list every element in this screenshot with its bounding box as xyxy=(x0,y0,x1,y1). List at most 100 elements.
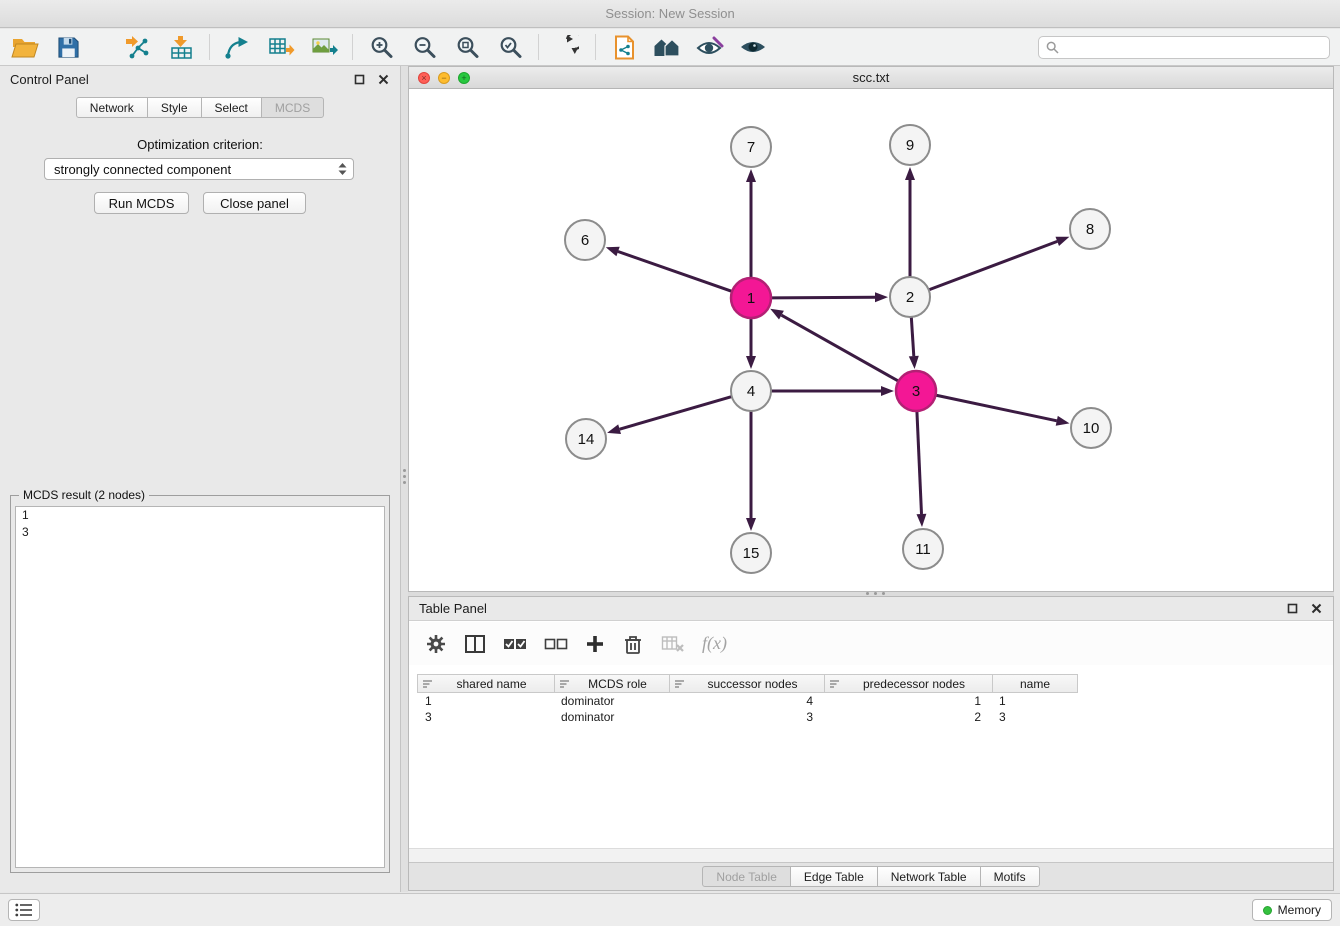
column-header-predecessor-nodes[interactable]: predecessor nodes xyxy=(825,674,993,693)
render-style-button[interactable] xyxy=(695,32,725,62)
graph-node-label: 4 xyxy=(747,383,755,400)
control-panel-tabs: Network Style Select MCDS xyxy=(0,97,400,118)
float-panel-button[interactable] xyxy=(1285,602,1299,616)
graph-node-label: 15 xyxy=(743,545,760,562)
network-graph[interactable]: 7 9 6 8 1 2 4 3 14 10 15 11 xyxy=(409,89,1335,592)
graph-edge-2-8[interactable] xyxy=(929,241,1058,290)
eye-icon xyxy=(739,37,767,57)
empty-boxes-icon xyxy=(544,635,568,653)
task-history-button[interactable] xyxy=(8,899,40,921)
graph-edge-1-6[interactable] xyxy=(618,252,732,292)
optimization-dropdown[interactable]: strongly connected component xyxy=(44,158,354,180)
close-panel-button[interactable] xyxy=(1309,602,1323,616)
delete-table-button[interactable] xyxy=(661,634,685,654)
function-builder-button[interactable]: f(x) xyxy=(702,633,727,654)
zoom-out-button[interactable] xyxy=(409,32,439,62)
open-session-document-button[interactable] xyxy=(609,32,639,62)
graph-node-2[interactable]: 2 xyxy=(890,277,930,317)
export-image-button[interactable] xyxy=(309,32,339,62)
table-cell: 1 xyxy=(417,694,555,708)
open-session-button[interactable] xyxy=(10,32,40,62)
refresh-icon xyxy=(555,35,579,59)
zoom-selected-button[interactable] xyxy=(495,32,525,62)
graph-edge-3-11[interactable] xyxy=(917,411,922,514)
tab-style[interactable]: Style xyxy=(147,97,202,118)
run-mcds-button[interactable]: Run MCDS xyxy=(94,192,189,214)
graph-edge-2-3[interactable] xyxy=(911,317,914,356)
search-box[interactable] xyxy=(1038,36,1330,59)
mcds-result-item[interactable]: 3 xyxy=(16,524,384,541)
graph-node-4[interactable]: 4 xyxy=(731,371,771,411)
format-columns-button[interactable] xyxy=(464,634,486,654)
graph-edge-4-14[interactable] xyxy=(620,397,732,430)
zoom-in-button[interactable] xyxy=(366,32,396,62)
mcds-result-list[interactable]: 13 xyxy=(15,506,385,868)
gear-icon xyxy=(425,633,447,655)
graph-node-11[interactable]: 11 xyxy=(903,529,943,569)
graph-node-14[interactable]: 14 xyxy=(566,419,606,459)
graph-node-7[interactable]: 7 xyxy=(731,127,771,167)
column-header-successor-nodes[interactable]: successor nodes xyxy=(670,674,825,693)
sort-icon xyxy=(674,679,685,689)
tab-node-table[interactable]: Node Table xyxy=(702,866,791,887)
minimize-window-button[interactable]: − xyxy=(438,72,450,84)
table-header-row: shared name MCDS role successor nodes pr… xyxy=(417,674,1078,693)
graph-node-1[interactable]: 1 xyxy=(731,278,771,318)
column-header-shared-name[interactable]: shared name xyxy=(417,674,555,693)
network-overview-button[interactable] xyxy=(652,32,682,62)
graph-node-label: 7 xyxy=(747,139,755,156)
graph-node-3[interactable]: 3 xyxy=(896,371,936,411)
close-panel-button[interactable] xyxy=(376,72,390,86)
search-input[interactable] xyxy=(1064,40,1322,54)
float-panel-button[interactable] xyxy=(352,72,366,86)
memory-status-icon xyxy=(1263,906,1272,915)
graph-node-10[interactable]: 10 xyxy=(1071,408,1111,448)
graph-edge-arrowhead xyxy=(1056,416,1070,426)
plus-icon xyxy=(585,634,605,654)
select-all-columns-button[interactable] xyxy=(503,635,527,653)
table-row[interactable]: 1dominator411 xyxy=(417,693,1332,709)
tab-motifs[interactable]: Motifs xyxy=(980,866,1040,887)
column-header-mcds-role[interactable]: MCDS role xyxy=(555,674,670,693)
graph-node-15[interactable]: 15 xyxy=(731,533,771,573)
export-table-button[interactable] xyxy=(266,32,296,62)
graph-node-6[interactable]: 6 xyxy=(565,220,605,260)
float-icon xyxy=(1287,603,1298,614)
table-row[interactable]: 3dominator323 xyxy=(417,709,1332,725)
tab-select[interactable]: Select xyxy=(201,97,262,118)
tab-network[interactable]: Network xyxy=(76,97,148,118)
window-titlebar[interactable]: Session: New Session xyxy=(0,0,1340,28)
zoom-window-button[interactable]: + xyxy=(458,72,470,84)
delete-columns-button[interactable] xyxy=(622,633,644,655)
column-header-name[interactable]: name xyxy=(993,674,1078,693)
show-graphics-details-button[interactable] xyxy=(738,32,768,62)
mcds-result-item[interactable]: 1 xyxy=(16,507,384,524)
graph-edge-1-2[interactable] xyxy=(771,297,875,298)
mcds-result-group: MCDS result (2 nodes) 13 xyxy=(10,495,390,873)
table-panel-header: Table Panel xyxy=(409,597,1333,621)
memory-button[interactable]: Memory xyxy=(1252,899,1332,921)
window-title: Session: New Session xyxy=(605,6,734,21)
export-network-button[interactable] xyxy=(223,32,253,62)
save-session-button[interactable] xyxy=(53,32,83,62)
refresh-view-button[interactable] xyxy=(552,32,582,62)
vertical-splitter[interactable] xyxy=(401,66,408,892)
tab-network-table[interactable]: Network Table xyxy=(877,866,981,887)
network-window-titlebar[interactable]: × − + scc.txt xyxy=(409,67,1333,89)
graph-node-9[interactable]: 9 xyxy=(890,125,930,165)
close-panel-button[interactable]: Close panel xyxy=(203,192,306,214)
horizontal-scrollbar[interactable] xyxy=(409,848,1333,862)
close-window-button[interactable]: × xyxy=(418,72,430,84)
tab-mcds[interactable]: MCDS xyxy=(261,97,324,118)
import-network-button[interactable] xyxy=(123,32,153,62)
tab-edge-table[interactable]: Edge Table xyxy=(790,866,878,887)
table-cell: 3 xyxy=(670,710,825,724)
unselect-all-columns-button[interactable] xyxy=(544,635,568,653)
graph-edge-3-10[interactable] xyxy=(936,395,1057,421)
import-table-button[interactable] xyxy=(166,32,196,62)
graph-node-8[interactable]: 8 xyxy=(1070,209,1110,249)
create-column-button[interactable] xyxy=(585,634,605,654)
table-mode-button[interactable] xyxy=(425,633,447,655)
graph-edge-3-1[interactable] xyxy=(782,315,899,381)
zoom-fit-button[interactable] xyxy=(452,32,482,62)
